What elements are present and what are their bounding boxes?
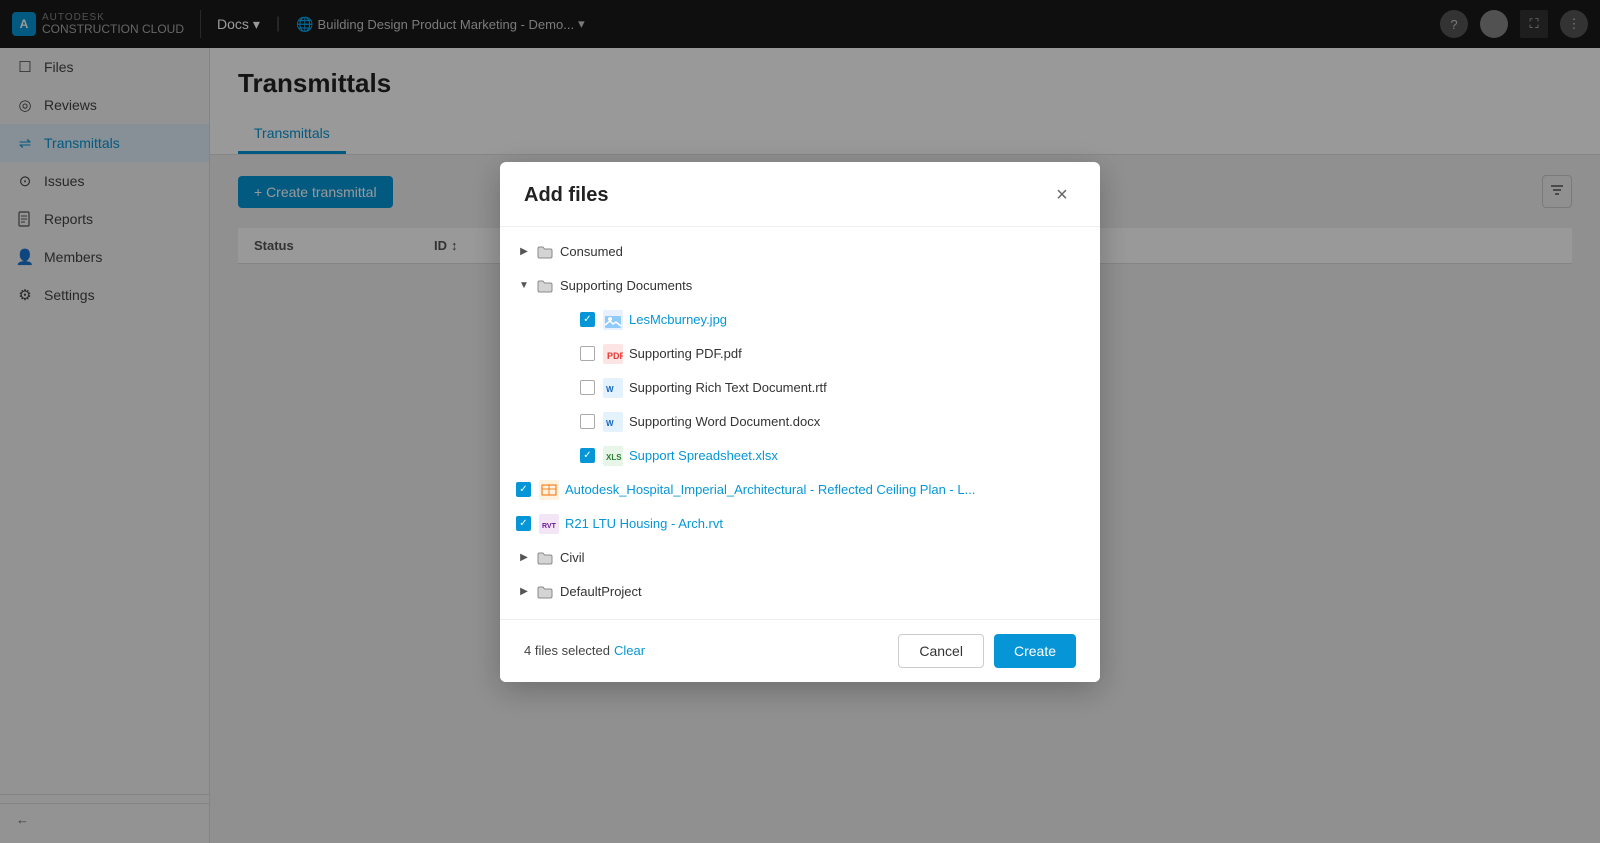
folder-supporting-docs[interactable]: ▼ Supporting Documents [500,269,1100,303]
file-docx-icon: W [603,412,623,432]
file-supporting-docx-label: Supporting Word Document.docx [629,414,820,429]
file-hospital-icon [539,480,559,500]
svg-text:XLS: XLS [606,453,622,462]
file-r21-rvt[interactable]: ✓ RVT R21 LTU Housing - Arch.rvt [500,507,1100,541]
folder-supporting-docs-label: Supporting Documents [560,278,692,293]
chevron-civil: ▶ [516,550,532,566]
clear-selection-link[interactable]: Clear [614,643,645,658]
checkbox-lesmcburney[interactable]: ✓ [580,312,595,327]
create-button[interactable]: Create [994,634,1076,668]
modal-overlay: Add files × ▶ Consumed ▼ [0,0,1600,843]
add-files-dialog: Add files × ▶ Consumed ▼ [500,162,1100,682]
checkbox-support-xlsx[interactable]: ✓ [580,448,595,463]
folder-consumed-label: Consumed [560,244,623,259]
folder-defaultproject-icon [536,583,554,601]
svg-text:W: W [606,385,614,394]
folder-defaultproject[interactable]: ▶ DefaultProject [500,575,1100,609]
file-hospital-label: Autodesk_Hospital_Imperial_Architectural… [565,482,975,497]
folder-images[interactable]: ▶ Images [500,609,1100,619]
file-supporting-rtf-label: Supporting Rich Text Document.rtf [629,380,827,395]
chevron-consumed: ▶ [516,244,532,260]
file-supporting-docx[interactable]: W Supporting Word Document.docx [500,405,1100,439]
file-support-xlsx-label: Support Spreadsheet.xlsx [629,448,778,463]
file-xlsx-icon: XLS [603,446,623,466]
file-rvt-icon: RVT [539,514,559,534]
dialog-body: ▶ Consumed ▼ Supporting Documents [500,227,1100,619]
file-tree: ▶ Consumed ▼ Supporting Documents [500,227,1100,619]
file-lesmcburney[interactable]: ✓ LesMcburney.jpg [500,303,1100,337]
svg-text:W: W [606,419,614,428]
dialog-footer: 4 files selected Clear Cancel Create [500,619,1100,682]
folder-civil-label: Civil [560,550,585,565]
footer-actions: Cancel Create [898,634,1076,668]
file-supporting-rtf[interactable]: W Supporting Rich Text Document.rtf [500,371,1100,405]
file-lesmcburney-icon [603,310,623,330]
file-r21-rvt-label: R21 LTU Housing - Arch.rvt [565,516,723,531]
checkbox-supporting-pdf[interactable] [580,346,595,361]
svg-text:PDF: PDF [607,351,623,361]
svg-text:RVT: RVT [542,523,557,530]
checkbox-r21-rvt[interactable]: ✓ [516,516,531,531]
files-selected-count: 4 files selected [524,643,610,658]
checkbox-hospital[interactable]: ✓ [516,482,531,497]
dialog-title: Add files [524,184,608,207]
folder-consumed[interactable]: ▶ Consumed [500,235,1100,269]
dialog-header: Add files × [500,162,1100,227]
file-hospital[interactable]: ✓ Autodesk_Hospital_Imperial_Architectur… [500,473,1100,507]
folder-supporting-docs-icon [536,277,554,295]
cancel-button[interactable]: Cancel [898,634,984,668]
checkbox-supporting-rtf[interactable] [580,380,595,395]
file-supporting-pdf[interactable]: PDF Supporting PDF.pdf [500,337,1100,371]
folder-defaultproject-label: DefaultProject [560,584,642,599]
file-pdf-icon: PDF [603,344,623,364]
file-lesmcburney-label: LesMcburney.jpg [629,312,727,327]
folder-civil-icon [536,549,554,567]
chevron-supporting-docs: ▼ [516,278,532,294]
chevron-defaultproject: ▶ [516,584,532,600]
folder-consumed-icon [536,243,554,261]
file-rtf-icon: W [603,378,623,398]
file-supporting-pdf-label: Supporting PDF.pdf [629,346,742,361]
folder-civil[interactable]: ▶ Civil [500,541,1100,575]
file-support-xlsx[interactable]: ✓ XLS Support Spreadsheet.xlsx [500,439,1100,473]
checkbox-supporting-docx[interactable] [580,414,595,429]
dialog-close-button[interactable]: × [1048,182,1076,210]
